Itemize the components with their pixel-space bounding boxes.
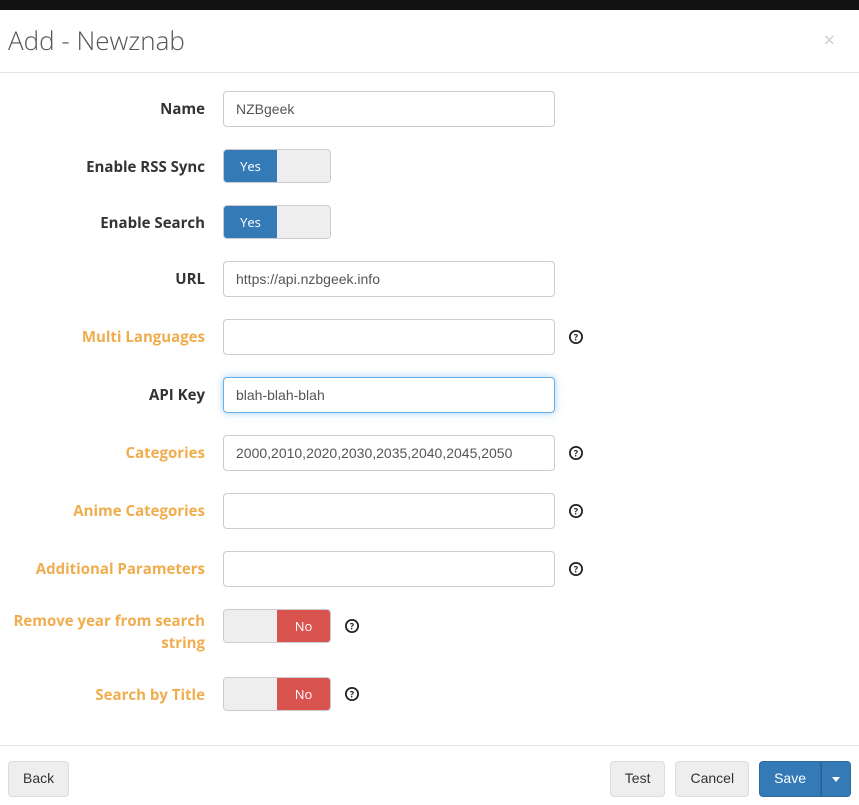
svg-text:?: ? [574,506,578,518]
svg-text:?: ? [574,448,578,460]
cancel-button[interactable]: Cancel [675,761,749,797]
toggle-enable-rss-blank [277,150,330,182]
anime-categories-input[interactable] [223,493,555,529]
close-icon[interactable]: × [816,28,843,52]
save-dropdown-toggle[interactable] [821,761,851,797]
row-api-key: API Key [8,377,851,413]
modal-header: Add - Newznab × [0,10,859,73]
back-button[interactable]: Back [8,761,69,797]
url-input[interactable] [223,261,555,297]
svg-text:?: ? [350,621,354,633]
categories-input[interactable] [223,435,555,471]
help-icon[interactable]: ? [569,562,583,576]
toggle-enable-search-yes: Yes [224,206,277,238]
toggle-enable-rss-yes: Yes [224,150,277,182]
name-input[interactable] [223,91,555,127]
label-categories: Categories [8,435,223,463]
toggle-remove-year-blank [224,610,277,642]
toggle-enable-rss[interactable]: Yes [223,149,331,183]
toggle-enable-search[interactable]: Yes [223,205,331,239]
toggle-enable-search-blank [277,206,330,238]
row-categories: Categories ? [8,435,851,471]
modal-footer: Back Test Cancel Save [0,745,859,805]
row-anime-categories: Anime Categories ? [8,493,851,529]
modal-body: Name Enable RSS Sync Yes Enable Search Y… [0,73,859,745]
save-button-group: Save [759,761,851,797]
row-multi-languages: Multi Languages ? [8,319,851,355]
additional-parameters-input[interactable] [223,551,555,587]
row-additional-parameters: Additional Parameters ? [8,551,851,587]
row-name: Name [8,91,851,127]
window-top-border [0,0,859,10]
modal-title: Add - Newznab [8,22,185,58]
label-multi-languages: Multi Languages [8,319,223,347]
toggle-remove-year[interactable]: No [223,609,331,643]
test-button[interactable]: Test [610,761,666,797]
help-icon[interactable]: ? [569,504,583,518]
save-button[interactable]: Save [759,761,821,797]
row-search-by-title: Search by Title No ? [8,677,851,711]
help-icon[interactable]: ? [569,446,583,460]
label-additional-parameters: Additional Parameters [8,551,223,579]
toggle-search-by-title-no: No [277,678,330,710]
chevron-down-icon [832,777,840,782]
api-key-input[interactable] [223,377,555,413]
row-url: URL [8,261,851,297]
label-enable-search: Enable Search [8,205,223,233]
label-api-key: API Key [8,377,223,405]
modal: Add - Newznab × Name Enable RSS Sync Yes… [0,10,859,805]
label-enable-rss: Enable RSS Sync [8,149,223,177]
svg-text:?: ? [574,564,578,576]
toggle-search-by-title-blank [224,678,277,710]
label-url: URL [8,261,223,289]
svg-text:?: ? [574,332,578,344]
row-enable-search: Enable Search Yes [8,205,851,239]
help-icon[interactable]: ? [569,330,583,344]
row-remove-year: Remove year from search string No ? [8,609,851,655]
help-icon[interactable]: ? [345,687,359,701]
toggle-remove-year-no: No [277,610,330,642]
svg-text:?: ? [350,688,354,700]
row-enable-rss: Enable RSS Sync Yes [8,149,851,183]
multi-languages-input[interactable] [223,319,555,355]
footer-actions: Test Cancel Save [610,761,851,797]
label-name: Name [8,91,223,119]
toggle-search-by-title[interactable]: No [223,677,331,711]
label-anime-categories: Anime Categories [8,493,223,521]
help-icon[interactable]: ? [345,619,359,633]
label-remove-year: Remove year from search string [8,609,223,655]
label-search-by-title: Search by Title [8,677,223,705]
